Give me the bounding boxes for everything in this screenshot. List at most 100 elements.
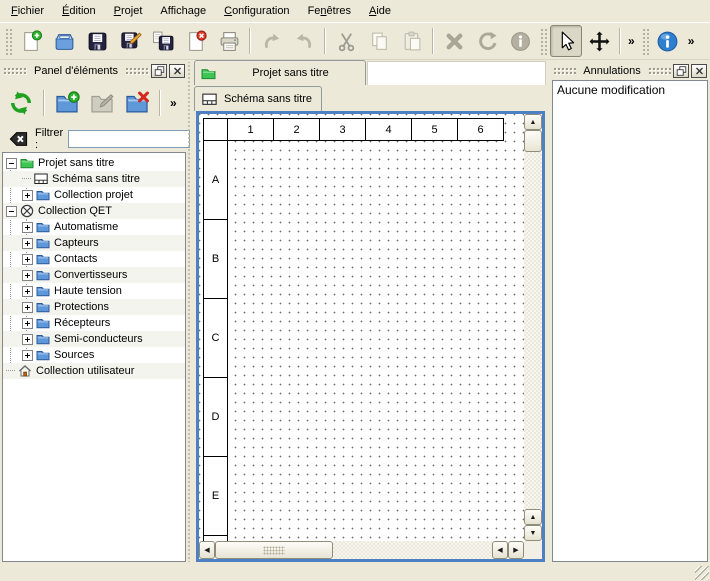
collections-tree[interactable]: Projet sans titreSchéma sans titreCollec… — [2, 152, 186, 562]
resize-grip-icon[interactable] — [695, 566, 709, 580]
tree-expander-plus-icon[interactable] — [22, 334, 33, 345]
tree-item-protections[interactable]: Protections — [3, 299, 185, 315]
tree-expander-plus-icon[interactable] — [22, 318, 33, 329]
tab-project[interactable]: Projet sans titre — [194, 60, 366, 85]
toolbar-separator — [249, 28, 251, 54]
tree-item-projet-sans-titre[interactable]: Projet sans titre — [3, 155, 185, 171]
element-info-button[interactable] — [504, 25, 536, 57]
new-category-button[interactable] — [51, 87, 83, 119]
paste-button[interactable] — [396, 25, 428, 57]
overflow-chevron-icon[interactable]: » — [167, 96, 180, 110]
schema-canvas[interactable]: 123456ABCDE — [199, 114, 524, 541]
cut-button[interactable] — [330, 25, 362, 57]
float-panel-button[interactable] — [673, 64, 689, 78]
save-button[interactable] — [81, 25, 113, 57]
open-file-button[interactable] — [48, 25, 80, 57]
scroll-down-button[interactable]: ▼ — [524, 525, 542, 541]
tree-expander-plus-icon[interactable] — [22, 190, 33, 201]
vertical-scrollbar-track[interactable] — [524, 152, 542, 509]
scroll-right-button[interactable]: ▶ — [508, 541, 524, 559]
horizontal-scrollbar-thumb[interactable] — [215, 541, 333, 559]
menu-affichage[interactable]: Affichage — [151, 1, 215, 21]
undo-panel-titlebar[interactable]: Annulations — [552, 62, 708, 80]
menu-fichier[interactable]: Fichier — [2, 1, 53, 21]
vertical-scrollbar[interactable]: ▲ ▲ ▼ — [524, 114, 542, 541]
toolbar-separator — [43, 90, 45, 116]
scroll-left-button-right[interactable]: ◀ — [492, 541, 508, 559]
overflow-chevron-icon[interactable]: » — [685, 34, 698, 48]
copy-button[interactable] — [363, 25, 395, 57]
tree-expander-minus-icon[interactable] — [6, 206, 17, 217]
tree-expander-plus-icon[interactable] — [22, 270, 33, 281]
grid-row-header: C — [203, 298, 228, 378]
horizontal-scrollbar-track[interactable] — [333, 541, 492, 559]
tree-item-label: Récepteurs — [54, 317, 110, 329]
tree-item-haute-tension[interactable]: Haute tension — [3, 283, 185, 299]
redo-button[interactable] — [288, 25, 320, 57]
horizontal-scrollbar[interactable]: ◀ ◀ ▶ — [199, 541, 524, 559]
tree-item-label: Automatisme — [54, 221, 118, 233]
tab-schema[interactable]: Schéma sans titre — [194, 86, 322, 111]
scroll-up-button-bottom[interactable]: ▲ — [524, 509, 542, 525]
delete-button[interactable] — [438, 25, 470, 57]
delete-icon — [443, 30, 466, 53]
tree-expander-plus-icon[interactable] — [22, 302, 33, 313]
tree-item-collection-projet[interactable]: Collection projet — [3, 187, 185, 203]
toolbar-drag-handle[interactable] — [641, 27, 649, 55]
tree-expander-plus-icon[interactable] — [22, 238, 33, 249]
element-info-icon — [509, 30, 532, 53]
tree-item-capteurs[interactable]: Capteurs — [3, 235, 185, 251]
grid-row-header: D — [203, 377, 228, 457]
elements-panel-titlebar[interactable]: Panel d'éléments — [2, 62, 186, 80]
scroll-left-button[interactable]: ◀ — [199, 541, 215, 559]
filter-input[interactable] — [68, 130, 190, 148]
menu-aide[interactable]: Aide — [360, 1, 400, 21]
menu-label: rojet — [121, 5, 142, 17]
elements-panel-dock: Panel d'éléments » Filtrer : Projet sans… — [2, 62, 186, 562]
toolbar-drag-handle[interactable] — [4, 27, 12, 55]
float-panel-button[interactable] — [151, 64, 167, 78]
close-file-button[interactable] — [180, 25, 212, 57]
tree-connector — [22, 178, 31, 180]
tree-expander-minus-icon[interactable] — [6, 158, 17, 169]
vertical-scrollbar-thumb[interactable] — [524, 130, 542, 152]
tree-expander-plus-icon[interactable] — [22, 286, 33, 297]
tree-expander-plus-icon[interactable] — [22, 222, 33, 233]
undo-button[interactable] — [255, 25, 287, 57]
menu-edition[interactable]: Édition — [53, 1, 105, 21]
tree-item-schema-sans-titre[interactable]: Schéma sans titre — [3, 171, 185, 187]
delete-category-button[interactable] — [121, 87, 153, 119]
scroll-up-button[interactable]: ▲ — [524, 114, 542, 130]
rotate-button[interactable] — [471, 25, 503, 57]
close-panel-button[interactable] — [691, 64, 707, 78]
tree-item-collection-utilisateur[interactable]: Collection utilisateur — [3, 363, 185, 379]
new-file-button[interactable] — [15, 25, 47, 57]
menu-projet[interactable]: Projet — [105, 1, 152, 21]
close-panel-button[interactable] — [169, 64, 185, 78]
tree-expander-plus-icon[interactable] — [22, 350, 33, 361]
tree-item-sources[interactable]: Sources — [3, 347, 185, 363]
print-button[interactable] — [213, 25, 245, 57]
schema-icon — [202, 92, 217, 107]
menu-configuration[interactable]: Configuration — [215, 1, 298, 21]
tree-item-collection-qet[interactable]: Collection QET — [3, 203, 185, 219]
toolbar-drag-handle[interactable] — [539, 27, 547, 55]
about-button[interactable] — [652, 25, 684, 57]
tree-item-semi-conducteurs[interactable]: Semi-conducteurs — [3, 331, 185, 347]
select-tool-button[interactable] — [550, 25, 582, 57]
tree-item-automatisme[interactable]: Automatisme — [3, 219, 185, 235]
menu-fenetres[interactable]: Fenêtres — [299, 1, 360, 21]
overflow-chevron-icon[interactable]: » — [625, 34, 638, 48]
save-all-button[interactable] — [147, 25, 179, 57]
tree-item-contacts[interactable]: Contacts — [3, 251, 185, 267]
reload-collections-button[interactable] — [5, 87, 37, 119]
tree-expander-plus-icon[interactable] — [22, 254, 33, 265]
tree-item-label: Convertisseurs — [54, 269, 127, 281]
clear-filter-button[interactable] — [6, 127, 30, 151]
save-as-button[interactable] — [114, 25, 146, 57]
move-tool-button[interactable] — [583, 25, 615, 57]
tree-item-recepteurs[interactable]: Récepteurs — [3, 315, 185, 331]
edit-category-button[interactable] — [86, 87, 118, 119]
tree-item-convertisseurs[interactable]: Convertisseurs — [3, 267, 185, 283]
undo-history-list[interactable]: Aucune modification — [552, 80, 708, 562]
